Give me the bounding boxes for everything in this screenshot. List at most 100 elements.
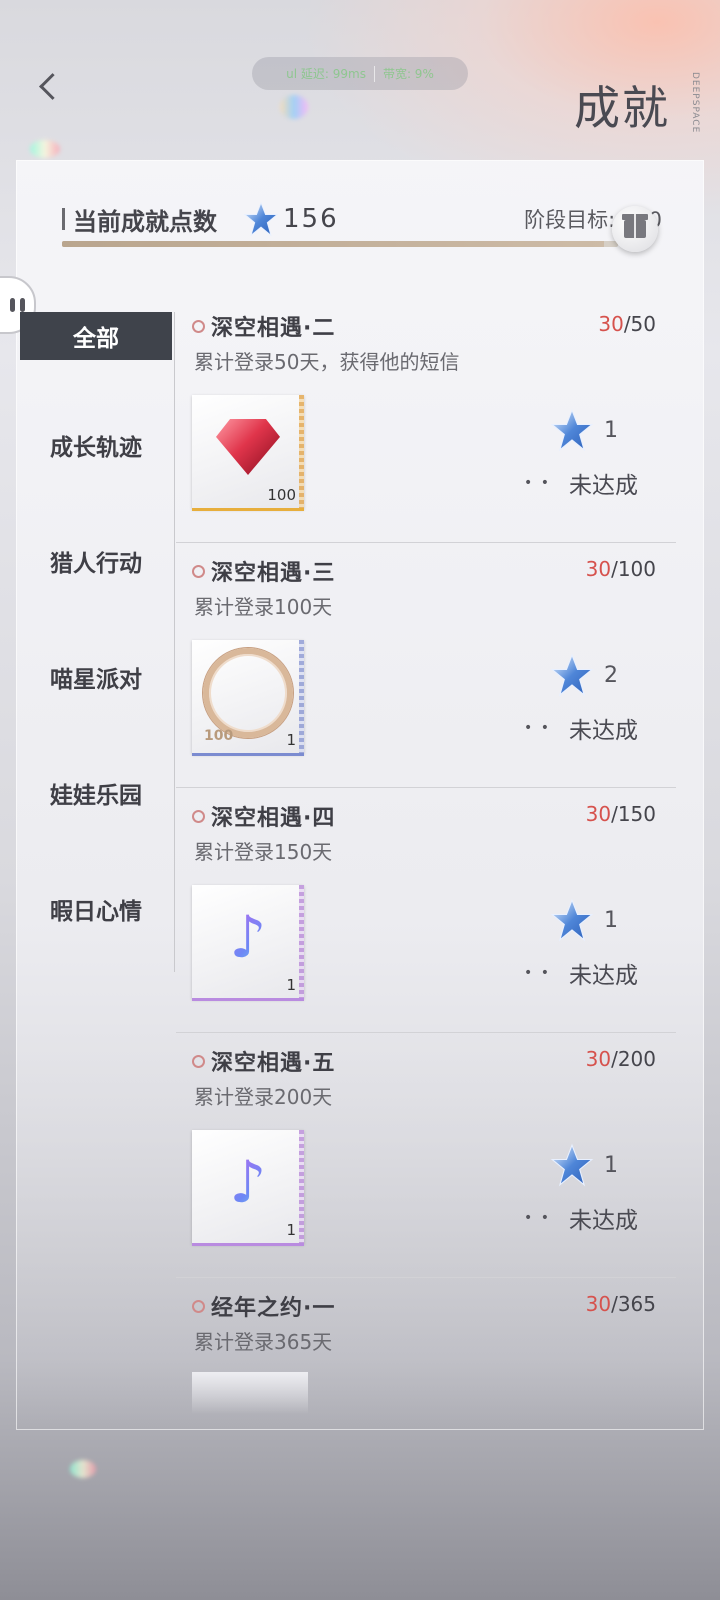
tab-leisure-mood[interactable]: 暇日心情 [20,892,172,1008]
category-sidebar: 全部 成长轨迹 猎人行动 喵星派对 娃娃乐园 暇日心情 [20,312,172,1008]
gift-icon [622,214,648,238]
rarity-base [192,998,304,1001]
achievement-desc: 累计登录100天 [194,595,333,619]
progress-current: 30 [585,557,612,581]
star-icon [550,408,594,452]
rarity-edge [299,885,304,999]
status-text: 未达成 [568,1208,638,1234]
sparkle-decoration [30,140,60,158]
achievement-item: 深空相遇·二 30/50 累计登录50天，获得他的短信 100 1 • • 未达成 [176,298,676,543]
progress-total: /100 [611,557,656,581]
frame-label: 100 [204,728,234,744]
title-accent-bar [62,208,65,230]
tab-meow-party[interactable]: 喵星派对 [20,660,172,776]
points-amount: 1 [604,417,618,443]
tab-label: 娃娃乐园 [50,783,142,809]
latency-text: ul 延迟: 99ms [286,67,366,81]
achievement-header: 深空相遇·四 [192,800,335,832]
achievement-header: 深空相遇·二 [192,310,335,342]
reward-item-faded [192,1372,308,1414]
rarity-base [192,1243,304,1246]
rarity-base [192,508,304,511]
points-amount: 2 [604,662,618,688]
achievement-title: 深空相遇·二 [211,316,336,341]
achievement-progress: 30/150 [586,802,656,826]
brand-watermark: DEEPSPACE [690,72,700,134]
tab-hunter[interactable]: 猎人行动 [20,544,172,660]
reward-qty: 1 [286,1221,296,1239]
network-status-pill: ul 延迟: 99ms 带宽: 9% [252,57,468,90]
points-progress-fill [62,241,605,247]
page-title: 成就 [574,81,670,135]
sparkle-decoration [70,1460,96,1478]
progress-total: /365 [611,1292,656,1316]
achievement-status: • • 未达成 [524,1201,638,1235]
ring-icon [192,1299,205,1313]
dots-icon: • • [524,475,551,491]
music-note-icon: ♪ [229,1148,267,1216]
achievement-progress: 30/50 [598,312,656,336]
progress-current: 30 [585,1047,612,1071]
status-text: 未达成 [568,718,638,744]
reward-qty: 1 [286,731,296,749]
points-progress-bar [62,241,618,247]
achievement-desc: 累计登录365天 [194,1330,333,1354]
achievement-points: 2 [550,653,618,697]
achievement-status: • • 未达成 [524,466,638,500]
tab-label: 喵星派对 [50,667,142,693]
achievement-title: 深空相遇·五 [211,1051,336,1076]
points-amount: 1 [604,1152,618,1178]
achievement-header: 深空相遇·三 [192,555,335,587]
sidebar-divider [174,312,175,972]
progress-total: /150 [611,802,656,826]
dots-icon: • • [524,1210,551,1226]
achievement-list: 深空相遇·二 30/50 累计登录50天，获得他的短信 100 1 • • 未达成… [176,298,676,1418]
achievement-desc: 累计登录200天 [194,1085,333,1109]
reward-qty: 100 [267,486,296,504]
points-summary: 当前成就点数 156 阶段目标: 160 [62,201,662,237]
progress-total: /200 [611,1047,656,1071]
wreath-frame-icon [203,648,293,738]
progress-current: 30 [598,312,624,336]
achievement-desc: 累计登录50天，获得他的短信 [194,350,460,374]
rarity-base [192,753,304,756]
points-amount: 1 [604,907,618,933]
tab-doll-park[interactable]: 娃娃乐园 [20,776,172,892]
star-icon [550,1143,594,1187]
achievement-item: 深空相遇·四 30/150 累计登录150天 ♪ 1 1 • • 未达成 [176,788,676,1033]
ring-icon [192,564,205,578]
achievement-progress: 30/200 [586,1047,656,1071]
achievement-item: 深空相遇·三 30/100 累计登录100天 100 1 2 • • 未达成 [176,543,676,788]
points-label: 当前成就点数 [73,207,217,236]
ring-icon [192,319,205,333]
status-text: 未达成 [568,473,638,499]
achievement-title: 经年之约·一 [211,1296,336,1321]
reward-item[interactable]: ♪ 1 [192,885,304,1001]
rarity-edge [299,395,304,509]
stage-reward-button[interactable] [612,206,658,252]
achievement-desc: 累计登录150天 [194,840,333,864]
back-button[interactable] [28,66,68,106]
progress-current: 30 [585,802,612,826]
achievement-title: 深空相遇·三 [211,561,336,586]
reward-item[interactable]: 100 1 [192,640,304,756]
achievement-item: 深空相遇·五 30/200 累计登录200天 ♪ 1 1 • • 未达成 [176,1033,676,1278]
rarity-edge [299,640,304,754]
tab-label: 猎人行动 [50,551,142,577]
reward-item[interactable]: 100 [192,395,304,511]
tab-growth[interactable]: 成长轨迹 [20,428,172,544]
bandwidth-text: 带宽: 9% [382,67,434,81]
ring-icon [192,1054,205,1068]
achievement-title: 深空相遇·四 [211,806,336,831]
rarity-edge [299,1130,304,1244]
tab-label: 暇日心情 [50,899,142,925]
achievement-progress: 30/365 [586,1292,656,1316]
sparkle-decoration [280,95,308,119]
dots-icon: • • [524,720,551,736]
achievement-header: 经年之约·一 [192,1290,335,1322]
star-icon [243,201,279,237]
achievement-points: 1 [550,898,618,942]
tab-all[interactable]: 全部 [20,312,172,360]
reward-item[interactable]: ♪ 1 [192,1130,304,1246]
status-text: 未达成 [568,963,638,989]
